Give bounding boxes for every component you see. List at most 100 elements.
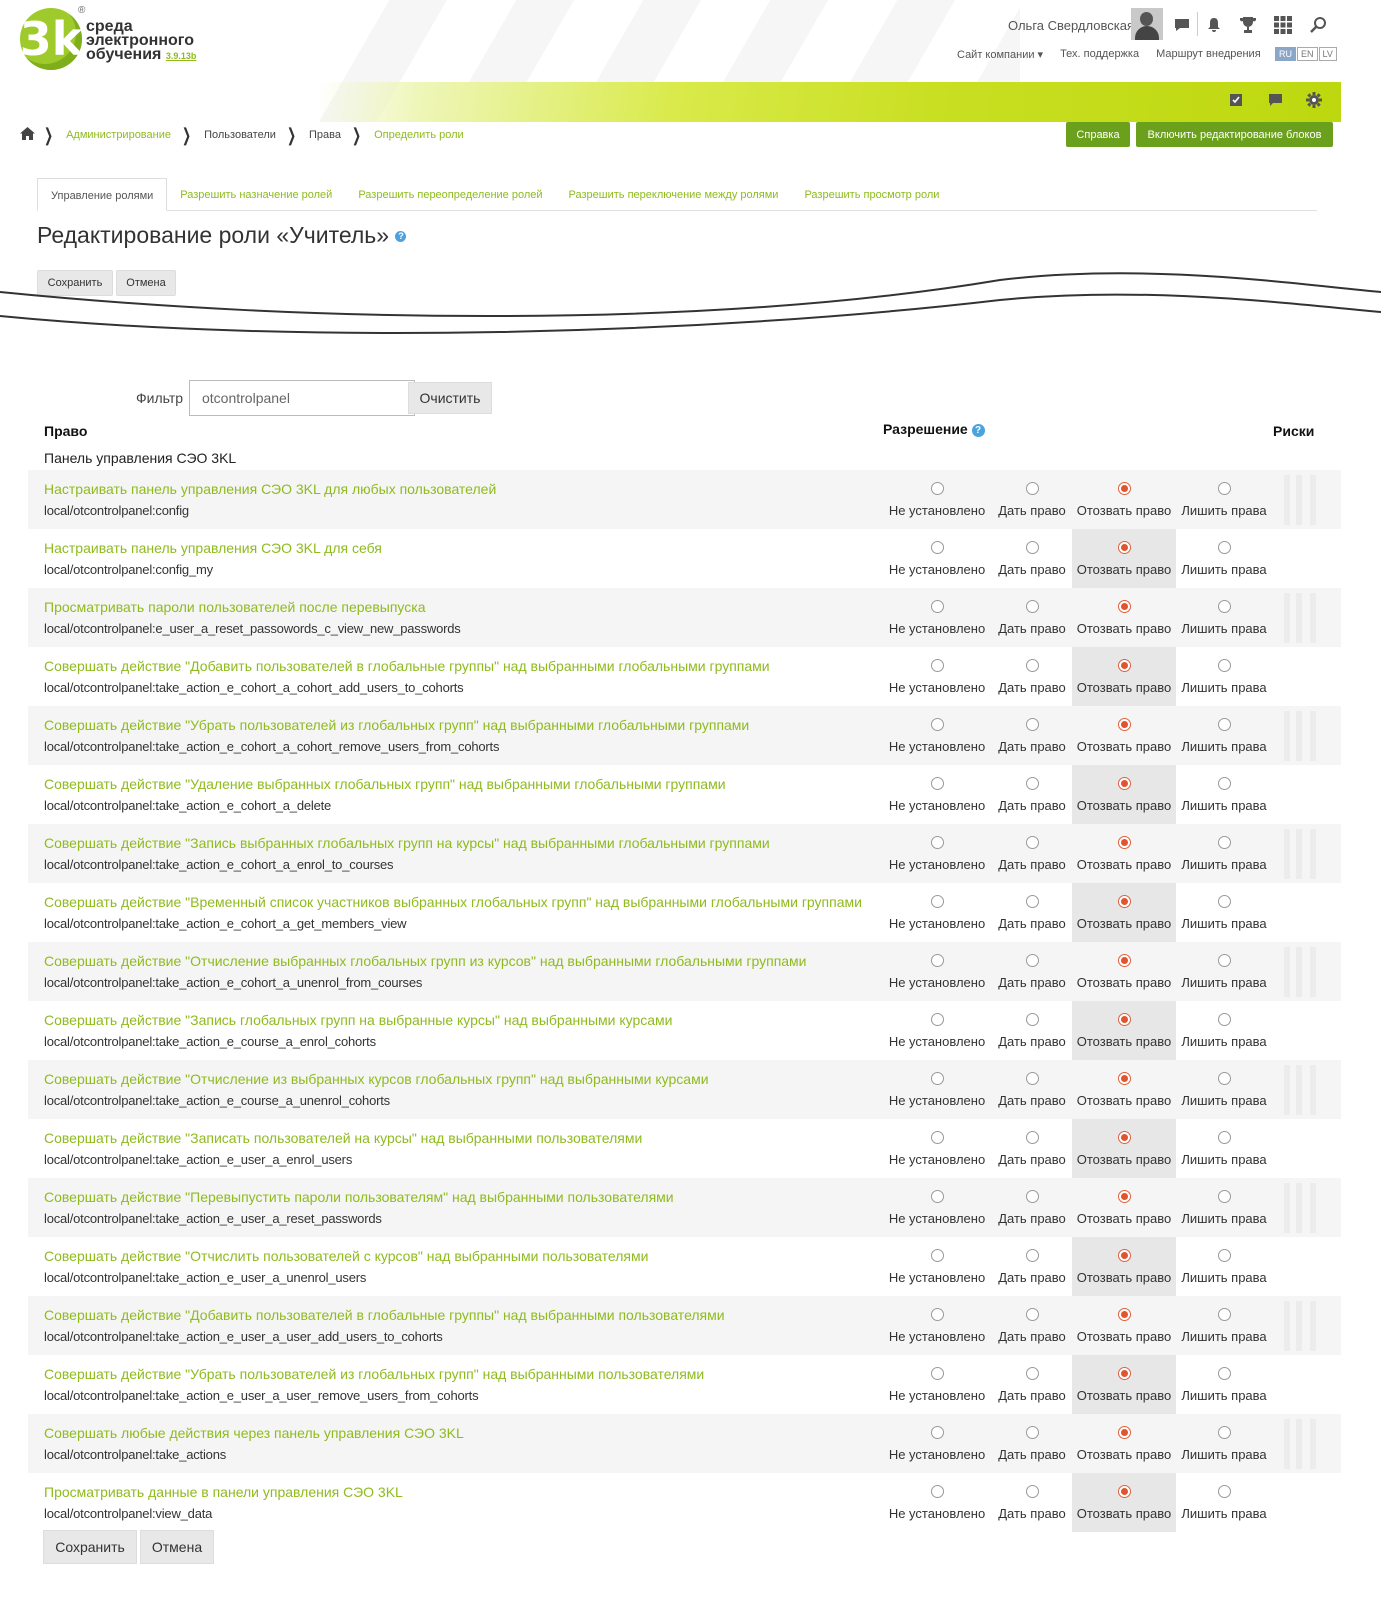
permission-option-prevent[interactable]: Отозвать право: [1072, 765, 1176, 824]
permission-radio[interactable]: [1217, 541, 1231, 554]
permission-option-allow[interactable]: Дать право: [992, 647, 1072, 706]
permission-radio[interactable]: [930, 1131, 944, 1144]
permission-option-prevent[interactable]: Отозвать право: [1072, 706, 1176, 765]
permission-radio[interactable]: [930, 1426, 944, 1439]
permission-radio[interactable]: [1117, 1485, 1131, 1498]
permission-option-prevent[interactable]: Отозвать право: [1072, 1296, 1176, 1355]
help-icon[interactable]: ?: [395, 231, 407, 243]
permission-radio[interactable]: [1117, 718, 1131, 731]
edit-blocks-button[interactable]: Включить редактирование блоков: [1136, 122, 1333, 147]
capability-name-link[interactable]: Совершать действие "Убрать пользователей…: [44, 717, 749, 733]
permission-radio[interactable]: [1217, 1072, 1231, 1085]
permission-radio[interactable]: [930, 1308, 944, 1321]
permission-option-prohibit[interactable]: Лишить права: [1176, 1001, 1272, 1060]
permission-radio[interactable]: [1217, 954, 1231, 967]
permission-option-prohibit[interactable]: Лишить права: [1176, 1355, 1272, 1414]
permission-option-prohibit[interactable]: Лишить права: [1176, 1473, 1272, 1532]
trophy-icon[interactable]: [1233, 10, 1263, 40]
tab-allow-assign[interactable]: Разрешить назначение ролей: [167, 178, 345, 210]
permission-option-prohibit[interactable]: Лишить права: [1176, 588, 1272, 647]
capability-name-link[interactable]: Совершать действие "Отчисление из выбран…: [44, 1071, 709, 1087]
permission-option-not-set[interactable]: Не установлено: [882, 824, 992, 883]
permission-radio[interactable]: [1117, 1190, 1131, 1203]
capability-name-link[interactable]: Совершать действие "Убрать пользователей…: [44, 1366, 704, 1382]
permission-radio[interactable]: [1025, 600, 1039, 613]
permission-option-allow[interactable]: Дать право: [992, 1119, 1072, 1178]
permission-radio[interactable]: [930, 1013, 944, 1026]
permission-radio[interactable]: [930, 600, 944, 613]
home-icon[interactable]: [20, 126, 35, 144]
permission-option-not-set[interactable]: Не установлено: [882, 529, 992, 588]
permission-radio[interactable]: [1217, 1485, 1231, 1498]
permission-option-not-set[interactable]: Не установлено: [882, 588, 992, 647]
permission-radio[interactable]: [1025, 895, 1039, 908]
permission-radio[interactable]: [1117, 659, 1131, 672]
permission-radio[interactable]: [930, 659, 944, 672]
permission-radio[interactable]: [1217, 600, 1231, 613]
permission-option-allow[interactable]: Дать право: [992, 883, 1072, 942]
capability-name-link[interactable]: Совершать действие "Временный список уча…: [44, 894, 862, 910]
permission-option-prevent[interactable]: Отозвать право: [1072, 588, 1176, 647]
permission-option-allow[interactable]: Дать право: [992, 470, 1072, 529]
capability-name-link[interactable]: Просматривать данные в панели управления…: [44, 1484, 403, 1500]
permission-option-allow[interactable]: Дать право: [992, 1178, 1072, 1237]
permission-option-allow[interactable]: Дать право: [992, 529, 1072, 588]
permission-radio[interactable]: [1025, 1013, 1039, 1026]
permission-radio[interactable]: [1217, 482, 1231, 495]
permission-radio[interactable]: [930, 954, 944, 967]
lang-lv[interactable]: LV: [1318, 47, 1337, 61]
permission-radio[interactable]: [1217, 1308, 1231, 1321]
messages-icon[interactable]: [1167, 10, 1197, 40]
permission-radio[interactable]: [930, 1367, 944, 1380]
permission-radio[interactable]: [1217, 1131, 1231, 1144]
breadcrumb-users[interactable]: Пользователи: [204, 129, 276, 141]
permission-radio[interactable]: [1217, 659, 1231, 672]
permission-radio[interactable]: [1117, 954, 1131, 967]
help-icon[interactable]: ?: [971, 423, 985, 437]
capability-name-link[interactable]: Совершать действие "Отчисление выбранных…: [44, 953, 807, 969]
permission-option-prevent[interactable]: Отозвать право: [1072, 942, 1176, 1001]
permission-option-allow[interactable]: Дать право: [992, 824, 1072, 883]
permission-option-allow[interactable]: Дать право: [992, 1237, 1072, 1296]
permission-option-allow[interactable]: Дать право: [992, 765, 1072, 824]
support-link[interactable]: Тех. поддержка: [1060, 48, 1139, 61]
permission-option-prohibit[interactable]: Лишить права: [1176, 942, 1272, 1001]
roadmap-link[interactable]: Маршрут внедрения: [1156, 48, 1261, 61]
permission-option-prevent[interactable]: Отозвать право: [1072, 1060, 1176, 1119]
permission-option-allow[interactable]: Дать право: [992, 1473, 1072, 1532]
permission-option-not-set[interactable]: Не установлено: [882, 1355, 992, 1414]
permission-option-allow[interactable]: Дать право: [992, 1414, 1072, 1473]
permission-option-not-set[interactable]: Не установлено: [882, 1473, 992, 1532]
tab-allow-view[interactable]: Разрешить просмотр роли: [791, 178, 952, 210]
permission-radio[interactable]: [1117, 482, 1131, 495]
company-site-link[interactable]: Сайт компании ▾: [957, 48, 1043, 61]
user-name[interactable]: Ольга Свердловская: [1008, 18, 1134, 33]
permission-radio[interactable]: [1025, 1249, 1039, 1262]
permission-option-prevent[interactable]: Отозвать право: [1072, 647, 1176, 706]
capability-name-link[interactable]: Настраивать панель управления СЭО 3KL дл…: [44, 540, 382, 556]
permission-option-prevent[interactable]: Отозвать право: [1072, 1119, 1176, 1178]
permission-radio[interactable]: [1217, 1249, 1231, 1262]
permission-radio[interactable]: [1217, 1013, 1231, 1026]
permission-option-prevent[interactable]: Отозвать право: [1072, 529, 1176, 588]
capability-name-link[interactable]: Совершать действие "Записать пользовател…: [44, 1130, 642, 1146]
capability-name-link[interactable]: Совершать действие "Запись выбранных гло…: [44, 835, 770, 851]
permission-radio[interactable]: [1117, 1249, 1131, 1262]
permission-radio[interactable]: [1025, 1190, 1039, 1203]
capability-name-link[interactable]: Совершать действие "Отчислить пользовате…: [44, 1248, 648, 1264]
search-icon[interactable]: [1303, 10, 1333, 40]
permission-radio[interactable]: [1117, 895, 1131, 908]
capability-name-link[interactable]: Настраивать панель управления СЭО 3KL дл…: [44, 481, 496, 497]
permission-option-prohibit[interactable]: Лишить права: [1176, 529, 1272, 588]
permission-radio[interactable]: [1025, 482, 1039, 495]
permission-option-prohibit[interactable]: Лишить права: [1176, 647, 1272, 706]
site-logo[interactable]: 3k ® среда электронного обучения 3.9.13b: [20, 5, 220, 78]
clear-filter-button[interactable]: Очистить: [408, 382, 492, 414]
breadcrumb-administration[interactable]: Администрирование: [66, 129, 171, 141]
permission-radio[interactable]: [1025, 836, 1039, 849]
permission-radio[interactable]: [1117, 1072, 1131, 1085]
permission-radio[interactable]: [1217, 895, 1231, 908]
permission-option-prevent[interactable]: Отозвать право: [1072, 1237, 1176, 1296]
permission-radio[interactable]: [930, 836, 944, 849]
permission-radio[interactable]: [1025, 541, 1039, 554]
